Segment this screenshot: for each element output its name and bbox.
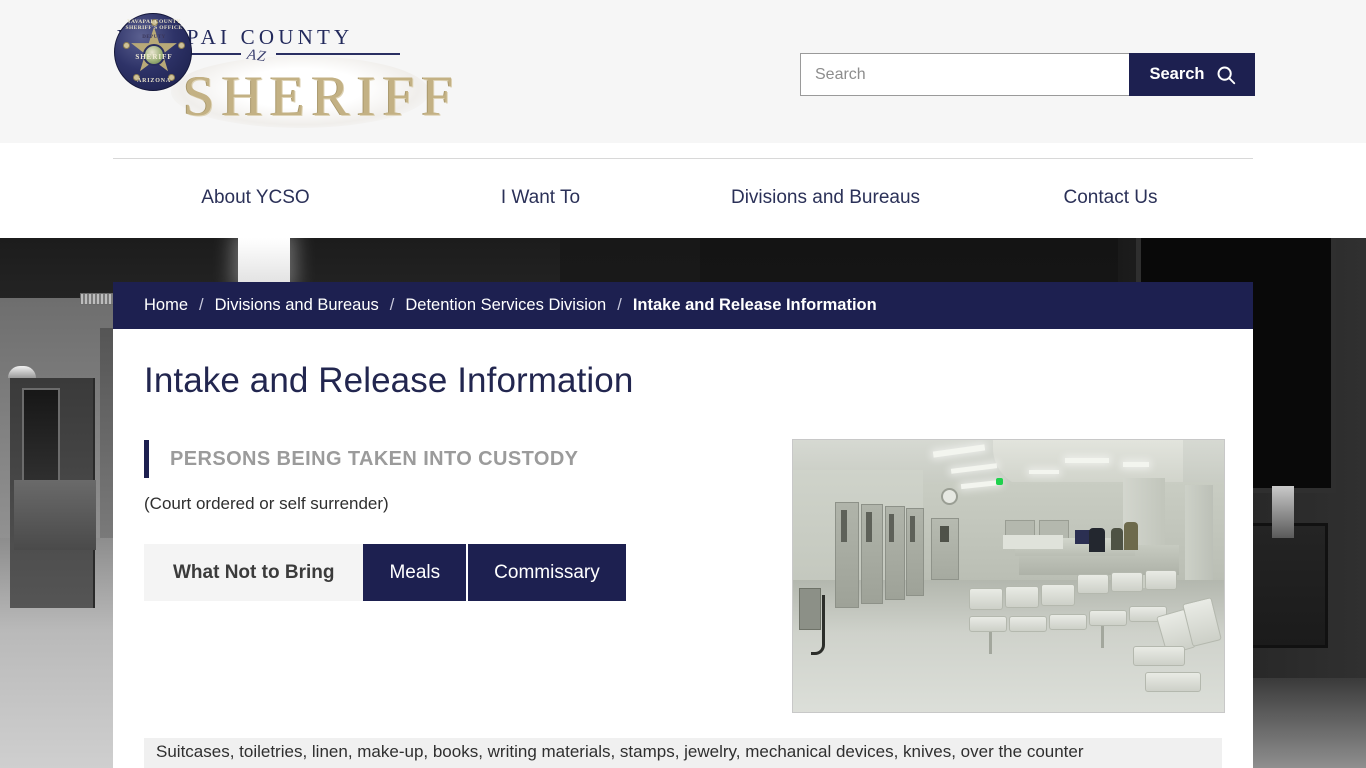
badge-bottom-text: ARIZONA [137,78,171,84]
photo-cell-door [885,506,905,600]
banner-ceiling-light [238,238,290,284]
info-panel: Suitcases, toiletries, linen, make-up, b… [144,738,1222,768]
search-button-label: Search [1149,65,1205,83]
nav-item-about-ycso[interactable]: About YCSO [113,158,398,238]
photo-ceiling-light [1123,462,1149,467]
badge-top-text: YAVAPAI COUNTY SHERIFF'S OFFICE [125,19,183,31]
search-icon [1215,64,1237,86]
photo-chair [1077,574,1109,594]
photo-chair [1111,572,1143,592]
banner-right-door-latch [1272,486,1294,538]
section-note: (Court ordered or self surrender) [144,494,389,513]
tab-meals[interactable]: Meals [363,544,469,601]
logo-rule-right [276,53,400,55]
photo-wall-clock [941,488,958,505]
sheriff-badge-icon: YAVAPAI COUNTY SHERIFF'S OFFICE DEPUTY S… [114,13,192,91]
photo-ceiling-light [1065,458,1109,463]
photo-cell-door-window [910,516,915,542]
nav-item-contact-us[interactable]: Contact Us [968,158,1253,238]
search-input[interactable] [800,53,1129,96]
site-logo[interactable]: YAVAPAI COUNTY AZ SHERIFF YAVAPAI COUNTY… [113,12,453,132]
photo-person [1124,522,1138,550]
photo-cell-door-window [841,510,847,542]
banner-fixture [14,480,96,550]
search-button[interactable]: Search [1129,53,1255,96]
site-header: YAVAPAI COUNTY AZ SHERIFF YAVAPAI COUNTY… [0,0,1366,143]
tab-list: What Not to Bring Meals Commissary [144,544,626,601]
photo-chair-seat [1049,614,1087,630]
photo-chair-leg [989,632,992,654]
badge-star-dot [123,42,130,49]
breadcrumb-separator: / [199,296,204,314]
photo-person [1089,528,1105,552]
photo-chair [1145,570,1177,590]
nav-item-divisions-and-bureaus[interactable]: Divisions and Bureaus [683,158,968,238]
badge-star-dot [178,42,185,49]
section-heading-label: PERSONS BEING TAKEN INTO CUSTODY [170,447,579,470]
tab-what-not-to-bring[interactable]: What Not to Bring [144,544,364,601]
info-panel-text: Suitcases, toiletries, linen, make-up, b… [156,742,1084,761]
photo-chair [969,588,1003,610]
intake-lobby-photo [792,439,1225,713]
site-search: Search [800,53,1255,96]
breadcrumb-item-home[interactable]: Home [144,296,188,315]
photo-green-indicator [996,478,1003,485]
badge-mid-text: SHERIFF [135,53,173,61]
page-title: Intake and Release Information [144,361,634,400]
photo-person [1111,528,1123,550]
photo-chair [1041,584,1075,606]
photo-ceiling-light [1029,470,1059,474]
main-navigation: About YCSO I Want To Divisions and Burea… [0,143,1366,238]
photo-cell-door [861,504,883,604]
breadcrumb: Home / Divisions and Bureaus / Detention… [113,282,1253,329]
section-accent-bar [144,440,149,478]
photo-column [1185,485,1213,580]
breadcrumb-item-divisions[interactable]: Divisions and Bureaus [215,296,379,315]
breadcrumb-separator: / [389,296,395,314]
badge-deputy-text: DEPUTY [142,35,166,40]
nav-item-i-want-to[interactable]: I Want To [398,158,683,238]
photo-cell-door [906,508,924,596]
photo-chair-seat [1133,646,1185,666]
photo-chair-seat [1089,610,1127,626]
photo-cell-door [835,502,859,608]
banner-cell-door-window [22,388,60,483]
photo-chair [1005,586,1039,608]
photo-chair-seat [1145,672,1201,692]
tab-commissary[interactable]: Commissary [468,544,626,601]
photo-back-door-window [940,526,949,542]
photo-cell-door-window [866,512,872,542]
photo-chair-seat [969,616,1007,632]
photo-phone-cord [811,595,825,655]
breadcrumb-separator: / [617,296,622,314]
content-card: Home / Divisions and Bureaus / Detention… [113,282,1253,768]
nav-item-list: About YCSO I Want To Divisions and Burea… [113,158,1253,238]
section-heading: PERSONS BEING TAKEN INTO CUSTODY [144,440,578,478]
photo-desk-surface [1003,535,1063,549]
logo-wordmark: SHERIFF [183,65,461,128]
photo-cell-door-window [889,514,894,542]
photo-chair-leg [1101,626,1104,648]
breadcrumb-item-current: Intake and Release Information [632,296,877,314]
photo-chair-seat [1009,616,1047,632]
breadcrumb-item-detention[interactable]: Detention Services Division [405,296,606,315]
